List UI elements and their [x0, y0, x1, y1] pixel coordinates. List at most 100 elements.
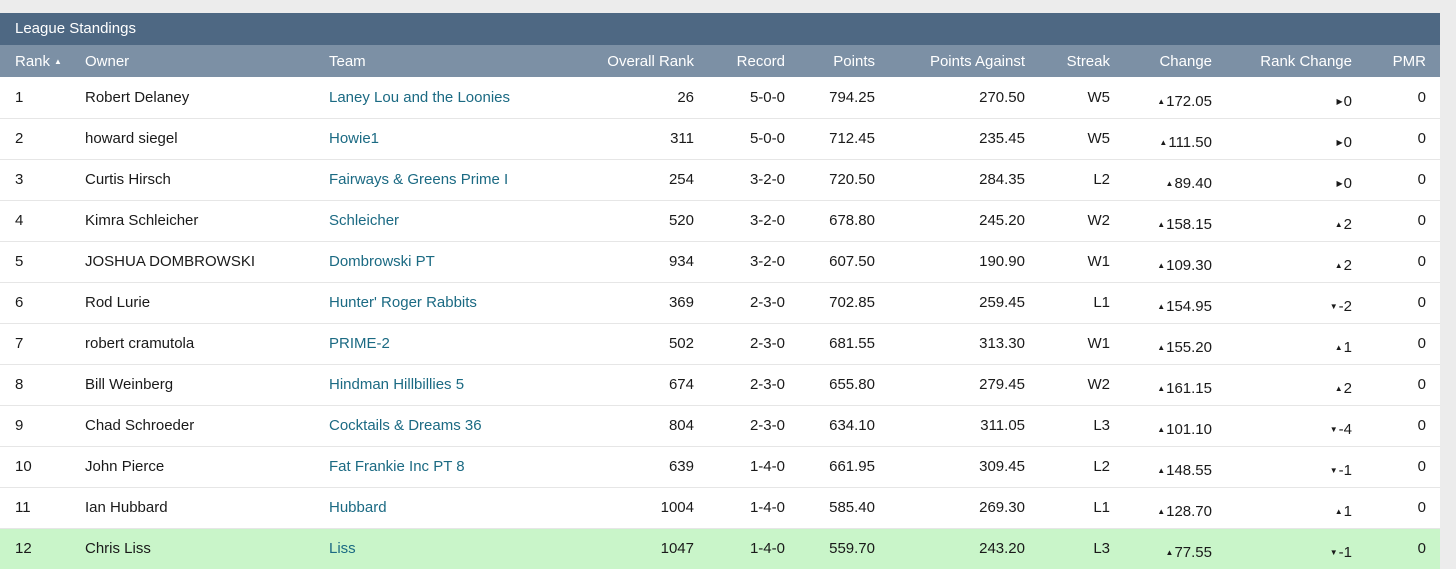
up-arrow-icon: ▲: [1157, 220, 1166, 229]
team-link[interactable]: Hunter' Roger Rabbits: [329, 294, 477, 311]
cell-streak: L1: [1093, 499, 1110, 516]
cell-change: ▲148.55: [1157, 462, 1212, 479]
down-arrow-icon: ▼: [1329, 425, 1338, 434]
cell-rank: 6: [15, 294, 24, 311]
up-arrow-icon: ▲: [1157, 384, 1166, 393]
cell-streak: L1: [1093, 294, 1110, 311]
cell-record: 2-3-0: [749, 335, 785, 352]
column-header-rank-change[interactable]: Rank Change: [1212, 45, 1352, 77]
up-arrow-icon: ▲: [1334, 220, 1343, 229]
cell-points: 681.55: [829, 335, 875, 352]
table-row: 7 robert cramutola PRIME-2 502 2-3-0 681.55 31…: [0, 323, 1440, 364]
cell-pmr: 0: [1417, 88, 1426, 106]
cell-points-against: 279.45: [979, 376, 1025, 393]
cell-owner: Robert Delaney: [85, 88, 190, 106]
right-arrow-icon: ▶: [1336, 96, 1343, 106]
standings-table: Rank ▲ Owner Team Overall Rank Record Poi…: [0, 45, 1440, 569]
cell-rank: 4: [15, 212, 24, 229]
column-header-overall-rank[interactable]: Overall Rank: [552, 45, 694, 77]
table-row: 8 Bill Weinberg Hindman Hillbillies 5 674 2-…: [0, 364, 1440, 405]
up-arrow-icon: ▲: [1165, 179, 1174, 188]
up-arrow-icon: ▲: [1157, 343, 1166, 352]
team-link[interactable]: Cocktails & Dreams 36: [329, 417, 482, 434]
cell-rank-change: ▶0: [1336, 175, 1353, 192]
cell-pmr: 0: [1417, 540, 1426, 558]
column-header-streak[interactable]: Streak: [1025, 45, 1110, 77]
team-link[interactable]: Liss: [329, 540, 356, 557]
table-row: 2 howard siegel Howie1 311 5-0-0 712.45 235.45…: [0, 118, 1440, 159]
cell-points: 794.25: [829, 88, 875, 106]
cell-streak: W2: [1087, 376, 1111, 393]
table-header-row: Rank ▲ Owner Team Overall Rank Record Poi…: [0, 45, 1440, 77]
team-link[interactable]: PRIME-2: [329, 335, 390, 352]
cell-change: ▲128.70: [1157, 503, 1212, 520]
cell-overall-rank: 520: [668, 212, 694, 229]
column-header-owner[interactable]: Owner: [70, 45, 314, 77]
column-header-rank[interactable]: Rank ▲: [0, 45, 70, 77]
down-arrow-icon: ▼: [1329, 302, 1338, 311]
column-header-pmr[interactable]: PMR: [1352, 45, 1440, 77]
cell-overall-rank: 502: [668, 335, 694, 352]
cell-rank: 3: [15, 171, 24, 188]
column-header-points[interactable]: Points: [785, 45, 875, 77]
cell-points-against: 259.45: [979, 294, 1025, 311]
team-link[interactable]: Schleicher: [329, 212, 399, 229]
cell-points: 712.45: [829, 130, 875, 147]
cell-pmr: 0: [1417, 376, 1426, 393]
cell-points-against: 235.45: [979, 130, 1025, 147]
cell-streak: W1: [1087, 253, 1111, 270]
cell-record: 3-2-0: [749, 171, 785, 188]
cell-owner: Ian Hubbard: [85, 499, 168, 516]
cell-change: ▲155.20: [1157, 339, 1212, 356]
up-arrow-icon: ▲: [1157, 507, 1166, 516]
cell-points-against: 270.50: [979, 88, 1025, 106]
standings-body: 1 Robert Delaney Laney Lou and the Loonies…: [0, 77, 1440, 569]
cell-rank: 5: [15, 253, 24, 270]
cell-points-against: 284.35: [979, 171, 1025, 188]
cell-overall-rank: 934: [668, 253, 694, 270]
up-arrow-icon: ▲: [1159, 138, 1168, 147]
cell-streak: W5: [1087, 88, 1111, 106]
cell-owner: John Pierce: [85, 458, 165, 475]
team-link[interactable]: Dombrowski PT: [329, 253, 435, 270]
team-link[interactable]: Hindman Hillbillies 5: [329, 376, 464, 393]
column-header-record[interactable]: Record: [694, 45, 785, 77]
cell-record: 1-4-0: [749, 499, 785, 516]
cell-streak: W2: [1087, 212, 1111, 229]
cell-record: 5-0-0: [749, 88, 785, 106]
team-link[interactable]: Fairways & Greens Prime I: [329, 171, 508, 188]
cell-rank: 9: [15, 417, 24, 434]
team-link[interactable]: Laney Lou and the Loonies: [329, 89, 510, 106]
cell-rank: 7: [15, 335, 24, 352]
up-arrow-icon: ▲: [1157, 261, 1166, 270]
cell-record: 2-3-0: [749, 376, 785, 393]
cell-points-against: 311.05: [980, 417, 1025, 434]
down-arrow-icon: ▼: [1329, 466, 1338, 475]
cell-owner: Curtis Hirsch: [85, 171, 171, 188]
cell-points-against: 309.45: [979, 458, 1025, 475]
team-link[interactable]: Howie1: [329, 130, 379, 147]
cell-rank-change: ▼-2: [1329, 298, 1352, 315]
cell-rank-change: ▲1: [1334, 339, 1352, 356]
cell-pmr: 0: [1417, 335, 1426, 352]
cell-overall-rank: 639: [668, 458, 694, 475]
column-header-points-against[interactable]: Points Against: [875, 45, 1025, 77]
cell-pmr: 0: [1417, 212, 1426, 229]
cell-overall-rank: 26: [677, 88, 694, 106]
table-row: 12 Chris Liss Liss 1047 1-4-0 559.70 243.20 L3 ▲…: [0, 528, 1440, 569]
right-arrow-icon: ▶: [1336, 179, 1343, 188]
cell-record: 5-0-0: [749, 130, 785, 147]
cell-record: 3-2-0: [749, 212, 785, 229]
cell-points-against: 313.30: [979, 335, 1025, 352]
team-link[interactable]: Fat Frankie Inc PT 8: [329, 458, 465, 475]
up-arrow-icon: ▲: [1157, 302, 1166, 311]
up-arrow-icon: ▲: [1165, 548, 1174, 558]
cell-points: 607.50: [829, 253, 875, 270]
cell-record: 1-4-0: [749, 458, 785, 475]
team-link[interactable]: Hubbard: [329, 499, 387, 516]
table-row: 10 John Pierce Fat Frankie Inc PT 8 639 1-4-…: [0, 446, 1440, 487]
column-header-team[interactable]: Team: [314, 45, 552, 77]
cell-pmr: 0: [1417, 417, 1426, 434]
cell-rank: 8: [15, 376, 24, 393]
column-header-change[interactable]: Change: [1110, 45, 1212, 77]
